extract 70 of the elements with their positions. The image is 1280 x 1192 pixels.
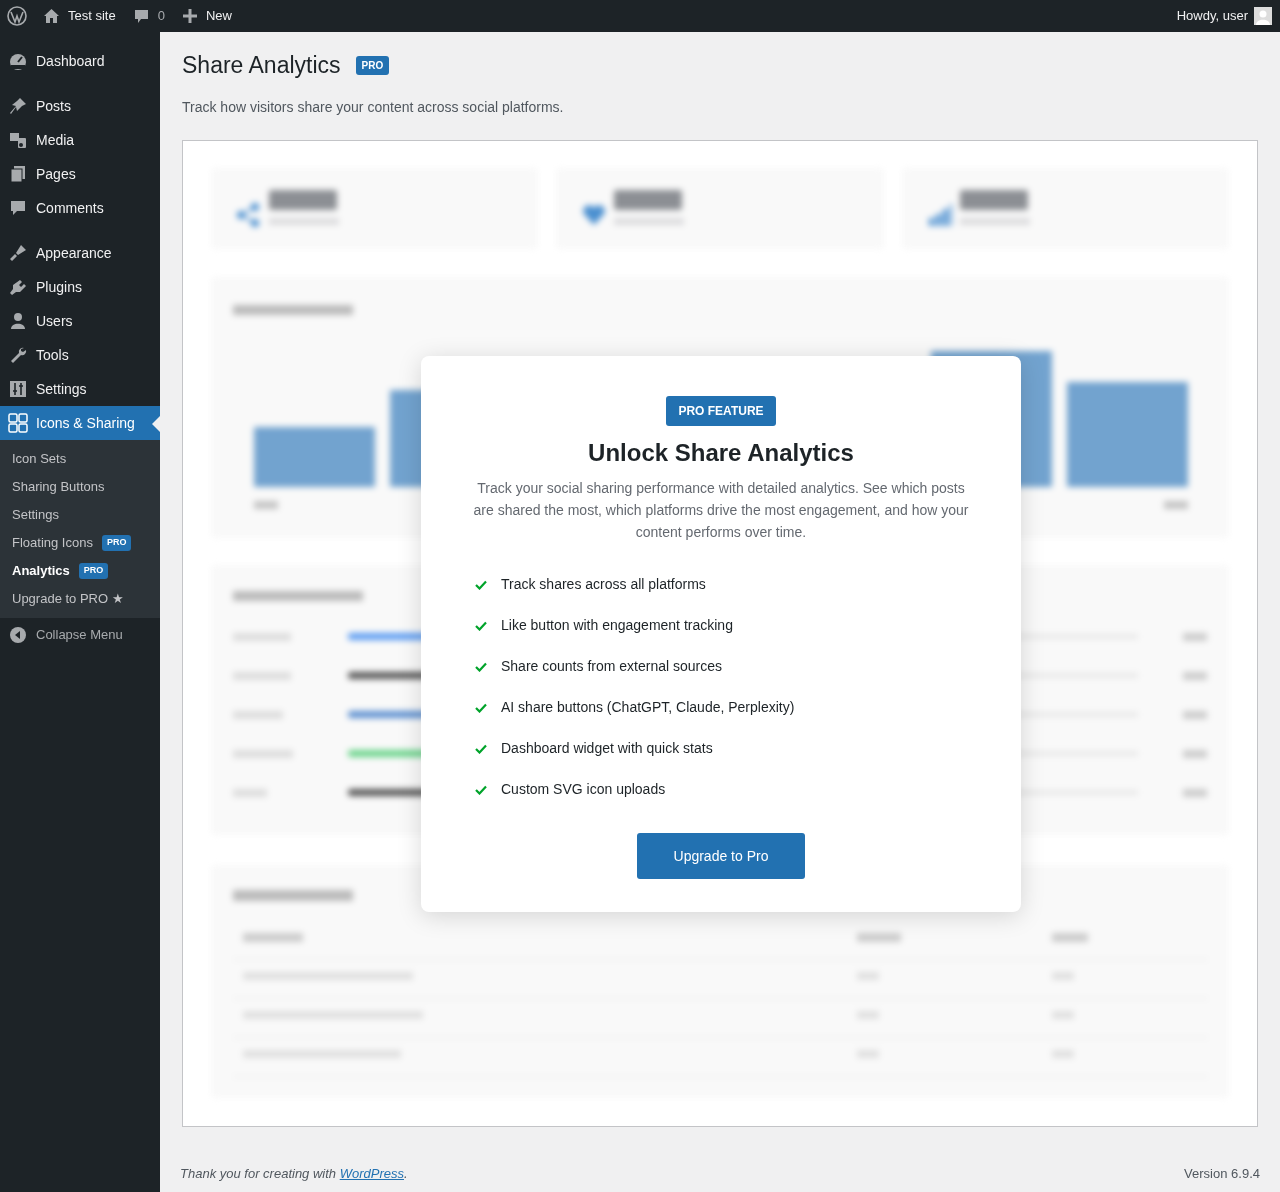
pushpin-icon [8,96,28,116]
submenu-item[interactable]: Sharing Buttons [0,473,160,501]
page-title: Share Analytics [182,50,341,80]
new-link[interactable]: New [182,6,232,26]
dialog-description: Track your social sharing performance with detailed analytics. See which posts are shared the most, which platforms drive the most engagement, and how your content performs over time. [473,479,969,542]
feature-text: Share counts from external sources [501,657,722,676]
paintbrush-icon [8,243,28,263]
blurred-value [959,190,1028,210]
avatar-icon [1254,7,1272,25]
feature-text: Like button with engagement tracking [501,616,733,635]
page-description: Track how visitors share your content across social platforms. [182,98,565,117]
checkmark-icon [475,579,487,590]
feature-text: Track shares across all platforms [501,575,706,594]
grid-icon [8,413,28,433]
media-icon [8,130,28,150]
submenu-item[interactable]: Upgrade to PRO ★ [0,585,160,613]
submenu-item[interactable]: Floating Icons PRO [0,529,160,557]
submenu-item[interactable]: Analytics PRO [0,557,160,585]
pro-badge: PRO [101,535,132,551]
plus-icon [182,9,197,23]
bar-chart-icon [927,203,952,227]
plug-icon [8,277,28,297]
pro-feature-badge: PRO FEATURE [666,396,776,426]
menu-item[interactable]: Plugins [0,270,160,304]
menu-item[interactable]: Icons & Sharing [0,406,160,440]
feature-text: Dashboard widget with quick stats [501,739,713,758]
account-menu[interactable]: Howdy, user [1176,6,1272,26]
dialog-title: Unlock Share Analytics [588,438,854,468]
comments-link[interactable]: 0 [133,6,165,26]
blurred-value [269,190,337,210]
checkmark-icon [475,620,487,631]
speech-bubble-icon [8,198,28,218]
home-icon [43,8,60,24]
menu-item[interactable]: Pages [0,157,160,191]
upgrade-button[interactable]: Upgrade to Pro [637,833,805,879]
checkmark-icon [475,743,487,754]
menu-item[interactable]: Comments [0,191,160,225]
submenu-item[interactable]: Icon Sets [0,445,160,473]
checkmark-icon [475,784,487,795]
sliders-icon [8,379,28,399]
wordpress-logo-icon[interactable] [7,6,27,26]
share-icon [237,203,261,227]
user-icon [8,311,28,331]
pro-badge: PRO [78,563,109,579]
menu-item[interactable]: Dashboard [0,44,160,78]
blurred-label [254,501,278,509]
site-link[interactable]: Test site [43,6,116,26]
blurred-label [1164,501,1188,509]
menu-item[interactable]: Tools [0,338,160,372]
menu-item[interactable]: Users [0,304,160,338]
menu-item[interactable]: Posts [0,89,160,123]
footer-text: Thank you for creating with WordPress. [180,1165,408,1183]
feature-text: AI share buttons (ChatGPT, Claude, Perplexity) [501,698,795,717]
wordpress-link[interactable]: WordPress [339,1166,404,1181]
menu-item[interactable]: Appearance [0,236,160,270]
collapse-icon [10,627,26,643]
menu-item[interactable]: Media [0,123,160,157]
pages-icon [8,164,28,184]
feature-text: Custom SVG icon uploads [501,780,666,799]
heart-icon [582,203,607,227]
gauge-icon [8,51,28,71]
pro-badge: PRO [355,55,390,75]
menu-item[interactable]: Settings [0,372,160,406]
checkmark-icon [475,661,487,672]
checkmark-icon [475,702,487,713]
version-text: Version 6.9.4 [1184,1165,1260,1183]
collapse-menu-button[interactable]: Collapse Menu [0,618,160,652]
blurred-value [614,190,683,210]
speech-bubble-icon [133,8,149,24]
submenu-item[interactable]: Settings [0,501,160,529]
